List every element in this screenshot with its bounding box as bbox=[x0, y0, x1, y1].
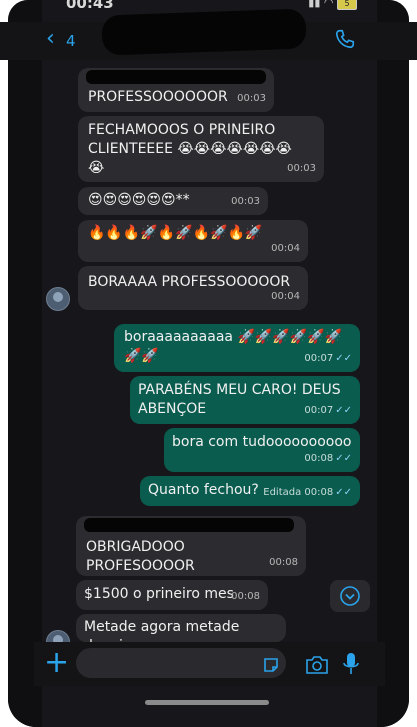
message-time: 00:07 ✓✓ bbox=[304, 401, 352, 420]
message-bubble-incoming[interactable]: FECHAMOOOS O PRINEIRO CLIENTEEEE 😭😭😭😭😭😭😭… bbox=[78, 116, 324, 182]
message-text: FECHAMOOOS O PRINEIRO CLIENTEEEE 😭😭😭😭😭😭😭… bbox=[88, 122, 292, 176]
back-chevron-icon[interactable]: ‹ bbox=[46, 28, 55, 50]
read-receipt-icon: ✓✓ bbox=[335, 487, 352, 498]
time-value: 00:07 bbox=[304, 353, 334, 364]
read-receipt-icon: ✓✓ bbox=[335, 453, 352, 464]
wifi-icon: ◠ bbox=[323, 0, 334, 9]
message-text: BORAAAA PROFESSOOOOOR bbox=[88, 274, 291, 290]
message-time: 00:04 bbox=[271, 291, 300, 302]
microphone-icon[interactable] bbox=[342, 652, 360, 676]
left-wallpaper-edge bbox=[8, 0, 42, 727]
message-time: 00:08 ✓✓ bbox=[304, 449, 352, 468]
read-receipt-icon: ✓✓ bbox=[335, 353, 352, 364]
edited-label: Editada bbox=[263, 487, 302, 498]
time-value: 00:08 bbox=[304, 487, 334, 498]
message-time: 00:03 bbox=[287, 163, 316, 174]
message-bubble-incoming[interactable]: 😍😍😍😍😍😍** 00:03 bbox=[78, 187, 268, 215]
message-text: OBRIGADOOO PROFESOOOOR bbox=[86, 539, 195, 574]
message-time: 00:08 bbox=[269, 557, 298, 568]
battery-icon: 5 bbox=[337, 0, 357, 10]
time-value: 00:08 bbox=[304, 453, 334, 464]
call-icon[interactable] bbox=[334, 28, 356, 50]
message-bubble-incoming[interactable]: OBRIGADOOO PROFESOOOOR 00:08 bbox=[76, 516, 306, 576]
message-time: 00:08 bbox=[231, 591, 260, 602]
status-icons: ▮▮ ◠ 5 bbox=[308, 0, 357, 10]
attach-plus-icon[interactable]: + bbox=[44, 648, 69, 678]
camera-icon[interactable] bbox=[305, 654, 329, 676]
message-time: 00:03 bbox=[237, 93, 266, 104]
contact-name-redacted[interactable] bbox=[101, 8, 307, 56]
message-bubble-outgoing[interactable]: PARABÉNS MEU CARO! DEUS ABENÇOE 00:07 ✓✓ bbox=[130, 376, 360, 424]
message-time: 00:04 bbox=[271, 243, 300, 254]
sender-avatar[interactable] bbox=[46, 287, 70, 311]
message-bubble-incoming[interactable]: PROFESSOOOOOOR 00:03 bbox=[78, 68, 274, 112]
right-wallpaper-edge bbox=[377, 0, 409, 727]
read-receipt-icon: ✓✓ bbox=[335, 405, 352, 416]
message-bubble-outgoing[interactable]: Quanto fechou? Editada 00:08 ✓✓ bbox=[140, 476, 360, 506]
chevron-down-icon bbox=[340, 586, 360, 606]
message-time: 00:07 ✓✓ bbox=[304, 349, 352, 368]
message-time: Editada 00:08 ✓✓ bbox=[263, 483, 352, 502]
home-indicator bbox=[145, 700, 269, 705]
message-time: 00:03 bbox=[231, 196, 260, 207]
message-bubble-outgoing[interactable]: boraaaaaaaaaa 🚀🚀🚀🚀🚀🚀 🚀🚀 00:07 ✓✓ bbox=[114, 324, 360, 372]
message-bubble-incoming[interactable]: $1500 o prineiro mes 00:08 bbox=[76, 580, 268, 610]
message-bubble-incoming[interactable]: Metade agora metade depois bbox=[76, 614, 286, 654]
message-bubble-incoming[interactable]: BORAAAA PROFESSOOOOOR 00:04 bbox=[78, 266, 308, 310]
sticker-icon[interactable] bbox=[262, 656, 280, 674]
message-bubble-outgoing[interactable]: bora com tudoooooooooo 00:08 ✓✓ bbox=[164, 428, 360, 472]
message-bubble-incoming[interactable]: 🔥🔥🔥🚀🔥🚀🔥🚀🔥🚀 00:04 bbox=[78, 220, 308, 262]
signal-icon: ▮▮ bbox=[308, 0, 321, 9]
redacted-text bbox=[86, 70, 266, 84]
unread-count[interactable]: 4 bbox=[66, 32, 76, 50]
status-time: 00:43 bbox=[66, 0, 114, 12]
redacted-text bbox=[84, 518, 294, 532]
time-value: 00:07 bbox=[304, 405, 334, 416]
message-input[interactable] bbox=[76, 648, 286, 678]
message-text: 🔥🔥🔥🚀🔥🚀🔥🚀🔥🚀 bbox=[88, 225, 263, 241]
scroll-to-bottom-button[interactable] bbox=[330, 580, 370, 612]
